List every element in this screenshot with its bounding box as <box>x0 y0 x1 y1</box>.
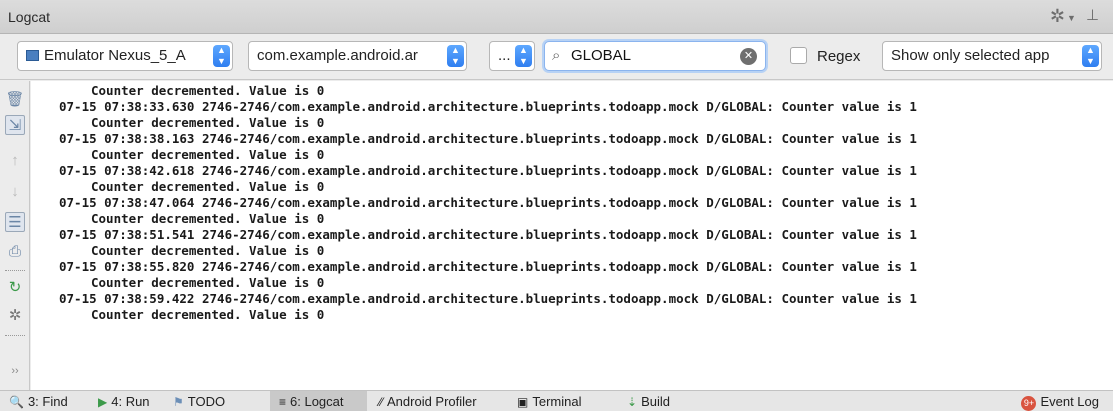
event-badge: 9+ <box>1021 396 1037 411</box>
logcat-tab[interactable]: ≡ 6: Logcat <box>270 391 367 411</box>
log-level-selector[interactable]: ... ▲ ▼ <box>489 41 535 71</box>
log-line: Counter decremented. Value is 0 <box>91 147 325 162</box>
log-line: 07-15 07:38:51.541 2746-2746/com.example… <box>59 227 917 242</box>
log-line: Counter decremented. Value is 0 <box>91 115 325 130</box>
soft-wrap-icon[interactable]: ☰ <box>5 212 25 232</box>
dropdown-arrow-icon: ▲ ▼ <box>213 45 230 67</box>
log-line: Counter decremented. Value is 0 <box>91 243 325 258</box>
arrow-up-icon[interactable]: ↑ <box>5 151 25 171</box>
profiler-tab-label: Android Profiler <box>387 394 477 409</box>
log-line: Counter decremented. Value is 0 <box>91 83 325 98</box>
dropdown-arrow-icon: ▲ ▼ <box>1082 45 1099 67</box>
process-selector-label: com.example.android.ar <box>257 47 418 64</box>
log-line: 07-15 07:38:42.618 2746-2746/com.example… <box>59 163 917 178</box>
tool-window-header: Logcat ✲ ▼ ⊥ <box>0 0 1113 34</box>
arrow-down-icon[interactable]: ↓ <box>5 182 25 202</box>
log-level-label: ... <box>498 47 511 64</box>
log-line: 07-15 07:38:38.163 2746-2746/com.example… <box>59 131 917 146</box>
device-icon <box>26 50 39 61</box>
todo-tab[interactable]: ⚑ TODO <box>173 394 225 409</box>
search-input-value: GLOBAL <box>571 47 632 64</box>
play-icon: ▶ <box>98 395 108 409</box>
log-line: Counter decremented. Value is 0 <box>91 211 325 226</box>
search-icon: 🔍 <box>9 395 24 409</box>
logcat-output[interactable]: Counter decremented. Value is 0 07-15 07… <box>31 81 1113 390</box>
filter-selector[interactable]: Show only selected app ▲ ▼ <box>882 41 1102 71</box>
more-actions-icon[interactable]: ›› <box>5 361 25 381</box>
clear-search-icon[interactable]: ✕ <box>740 48 757 65</box>
build-tab[interactable]: ⇣ Build <box>627 394 670 409</box>
logcat-icon: ≡ <box>279 395 287 409</box>
tool-window-bar: 🔍 3: Find ▶ 4: Run ⚑ TODO ≡ 6: Logcat ⁄⁄ Andr… <box>0 390 1113 411</box>
todo-tab-label: TODO <box>187 394 226 409</box>
run-tab[interactable]: ▶ 4: Run <box>98 394 150 409</box>
log-line: Counter decremented. Value is 0 <box>91 307 325 322</box>
dropdown-arrow-icon: ▲ ▼ <box>515 45 532 67</box>
log-line: 07-15 07:38:55.820 2746-2746/com.example… <box>59 259 917 274</box>
search-icon: ⌕ <box>552 47 561 64</box>
logcat-tab-label: 6: Logcat <box>290 394 344 409</box>
search-input[interactable]: ⌕ GLOBAL ✕ <box>544 41 766 71</box>
event-log-label: Event Log <box>1040 394 1099 409</box>
terminal-icon: ▣ <box>517 395 529 409</box>
chevron-down-icon[interactable]: ▼ <box>1067 13 1076 23</box>
scroll-to-end-icon[interactable]: ⇲ <box>5 115 25 135</box>
separator <box>5 335 25 336</box>
log-line: 07-15 07:38:47.064 2746-2746/com.example… <box>59 195 917 210</box>
settings-icon[interactable]: ✲ <box>5 306 25 326</box>
terminal-tab[interactable]: ▣ Terminal <box>517 394 581 409</box>
logcat-side-toolbar: 🗑 ⇲ ↑ ↓ ☰ ⎙ ↻ ✲ ›› <box>0 81 30 390</box>
hide-panel-icon[interactable]: ⊥ <box>1086 6 1099 26</box>
tool-window-title: Logcat <box>8 9 51 25</box>
device-selector[interactable]: Emulator Nexus_5_A ▲ ▼ <box>17 41 233 71</box>
terminal-tab-label: Terminal <box>532 394 582 409</box>
build-tab-label: Build <box>641 394 670 409</box>
run-tab-label: 4: Run <box>111 394 150 409</box>
log-line: 07-15 07:38:33.630 2746-2746/com.example… <box>59 99 917 114</box>
clear-logcat-icon[interactable]: 🗑 <box>5 90 25 110</box>
filter-selector-label: Show only selected app <box>891 47 1050 64</box>
restart-icon[interactable]: ↻ <box>5 278 25 298</box>
todo-icon: ⚑ <box>173 395 184 409</box>
settings-gear-icon[interactable]: ✲ <box>1050 6 1065 26</box>
separator <box>5 270 25 271</box>
build-icon: ⇣ <box>627 395 638 409</box>
logcat-toolbar: Emulator Nexus_5_A ▲ ▼ com.example.androi… <box>0 34 1113 80</box>
device-selector-label: Emulator Nexus_5_A <box>44 47 186 64</box>
profiler-icon: ⁄⁄ <box>379 395 384 409</box>
dropdown-arrow-icon: ▲ ▼ <box>447 45 464 67</box>
process-selector[interactable]: com.example.android.ar ▲ ▼ <box>248 41 467 71</box>
find-tab-label: 3: Find <box>27 394 68 409</box>
regex-label: Regex <box>817 48 861 65</box>
profiler-tab[interactable]: ⁄⁄ Android Profiler <box>379 394 477 409</box>
event-log-tab[interactable]: 9+ Event Log <box>1021 394 1099 411</box>
log-line: 07-15 07:38:59.422 2746-2746/com.example… <box>59 291 917 306</box>
regex-checkbox[interactable] <box>790 47 807 64</box>
log-line: Counter decremented. Value is 0 <box>91 179 325 194</box>
log-line: Counter decremented. Value is 0 <box>91 275 325 290</box>
find-tab[interactable]: 🔍 3: Find <box>9 394 68 409</box>
print-icon[interactable]: ⎙ <box>5 242 25 262</box>
